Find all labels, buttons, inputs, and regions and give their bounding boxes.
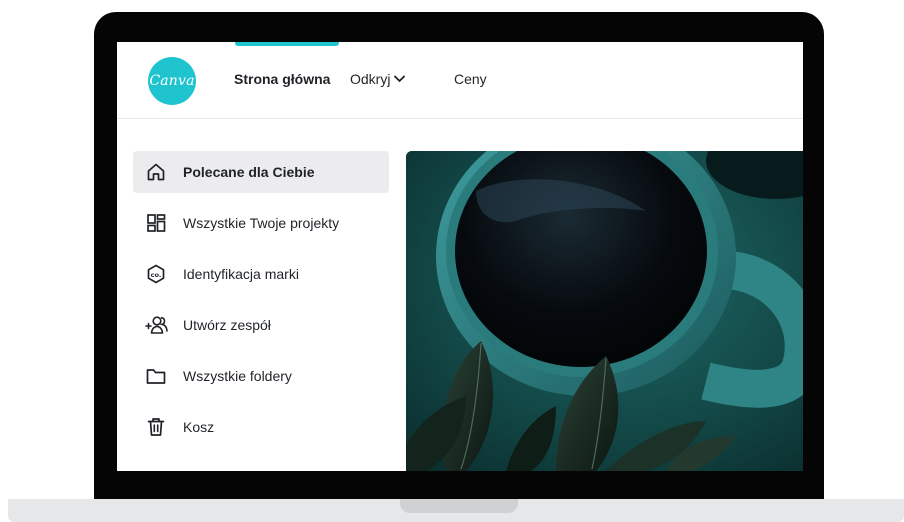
sidebar-item-all-folders[interactable]: Wszystkie foldery xyxy=(133,355,389,397)
laptop-notch xyxy=(400,499,518,513)
nav-discover-label: Odkryj xyxy=(350,71,391,87)
sidebar-item-brand-kit[interactable]: co. Identyfikacja marki xyxy=(133,253,389,295)
sidebar-item-label: Wszystkie Twoje projekty xyxy=(183,215,340,231)
coffee-cup-with-plant-photo xyxy=(406,151,803,471)
laptop-mockup: Canva Strona główna Odkryj Ceny Polecane… xyxy=(0,0,904,522)
nav-prices-label: Ceny xyxy=(454,71,487,87)
top-navigation: Canva Strona główna Odkryj Ceny xyxy=(117,42,803,119)
canva-logo[interactable]: Canva xyxy=(148,57,196,105)
nav-discover-dropdown[interactable]: Odkryj xyxy=(350,71,406,87)
brand-kit-icon: co. xyxy=(145,263,167,285)
sidebar-item-create-team[interactable]: Utwórz zespół xyxy=(133,304,389,346)
sidebar-item-recommended[interactable]: Polecane dla Ciebie xyxy=(133,151,389,193)
active-tab-indicator xyxy=(235,42,339,46)
grid-icon xyxy=(145,212,167,234)
sidebar: Polecane dla Ciebie Wszystkie Twoje proj… xyxy=(133,151,389,457)
sidebar-item-label: Wszystkie foldery xyxy=(183,368,292,384)
chevron-down-icon xyxy=(394,75,406,83)
hero-photo[interactable] xyxy=(406,151,803,471)
nav-prices-link[interactable]: Ceny xyxy=(454,71,487,87)
sidebar-item-label: Utwórz zespół xyxy=(183,317,271,333)
nav-home-label: Strona główna xyxy=(234,71,331,87)
sidebar-item-trash[interactable]: Kosz xyxy=(133,406,389,448)
sidebar-item-label: Polecane dla Ciebie xyxy=(183,164,315,180)
home-icon xyxy=(145,161,167,183)
nav-home-link[interactable]: Strona główna xyxy=(234,71,330,87)
sidebar-item-label: Identyfikacja marki xyxy=(183,266,299,282)
sidebar-item-label: Kosz xyxy=(183,419,215,435)
sidebar-item-all-projects[interactable]: Wszystkie Twoje projekty xyxy=(133,202,389,244)
app-screen: Canva Strona główna Odkryj Ceny Polecane… xyxy=(117,42,803,471)
folder-icon xyxy=(145,365,167,387)
trash-icon xyxy=(145,416,167,438)
brand-kit-icon-text: co. xyxy=(151,271,162,279)
add-team-icon xyxy=(145,314,168,336)
